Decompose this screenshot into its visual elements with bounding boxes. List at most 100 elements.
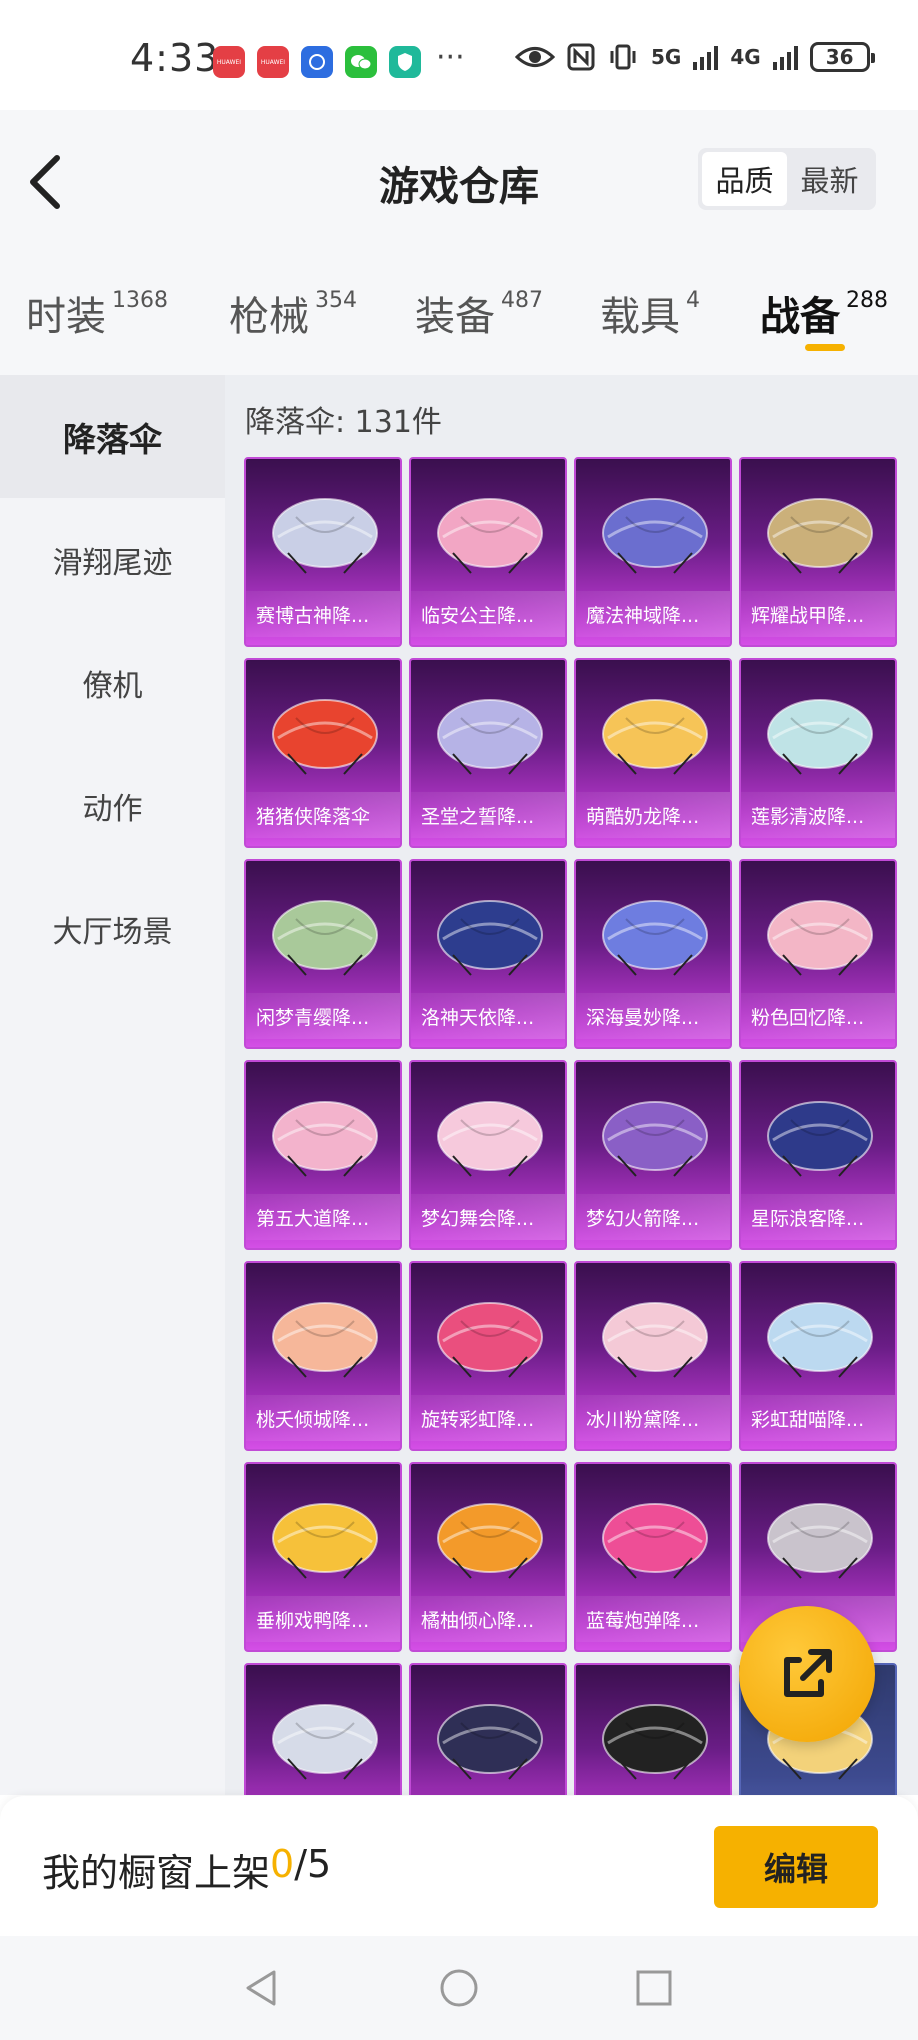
parachute-item-card[interactable]: 洛神天依降... xyxy=(409,859,567,1049)
parachute-icon xyxy=(767,1101,873,1177)
parachute-item-card[interactable] xyxy=(244,1663,402,1795)
tab-count: 487 xyxy=(501,288,543,313)
parachute-item-card[interactable]: 桃夭倾城降... xyxy=(244,1261,402,1451)
parachute-item-card[interactable] xyxy=(409,1663,567,1795)
parachute-icon xyxy=(272,1302,378,1378)
sort-quality-button[interactable]: 品质 xyxy=(702,152,787,206)
item-name: 梦幻舞会降... xyxy=(411,1194,565,1240)
item-name: 洛神天依降... xyxy=(411,993,565,1039)
parachute-item-card[interactable]: 魔法神域降... xyxy=(574,457,732,647)
parachute-item-card[interactable] xyxy=(574,1663,732,1795)
parachute-icon xyxy=(437,699,543,775)
tab-fashion[interactable]: 时装 1368 xyxy=(26,284,168,342)
nfc-icon xyxy=(567,43,595,71)
showcase-bar: 我的橱窗上架 0 /5 编辑 xyxy=(0,1796,918,1936)
tab-weapons[interactable]: 枪械 354 xyxy=(229,284,357,342)
nav-home-icon[interactable] xyxy=(437,1966,481,2010)
parachute-item-card[interactable]: 第五大道降... xyxy=(244,1060,402,1250)
parachute-item-card[interactable]: 闲梦青缨降... xyxy=(244,859,402,1049)
parachute-item-card[interactable]: 莲影清波降... xyxy=(739,658,897,848)
item-name: 彩虹甜喵降... xyxy=(741,1395,895,1441)
edit-button[interactable]: 编辑 xyxy=(714,1826,878,1908)
parachute-icon xyxy=(767,498,873,574)
sidebar-item-emote[interactable]: 动作 xyxy=(0,744,225,867)
sort-toggle: 品质 最新 xyxy=(698,148,876,210)
item-count-label: 降落伞: 131件 xyxy=(245,405,442,440)
wechat-icon xyxy=(345,46,377,78)
nav-back-icon[interactable] xyxy=(240,1966,284,2010)
parachute-icon xyxy=(437,498,543,574)
item-name: 橘柚倾心降... xyxy=(411,1596,565,1642)
back-icon[interactable] xyxy=(25,152,65,212)
sidebar-item-lobby-scene[interactable]: 大厅场景 xyxy=(0,867,225,990)
showcase-text: 我的橱窗上架 xyxy=(42,1851,271,1895)
parachute-item-card[interactable]: 彩虹甜喵降... xyxy=(739,1261,897,1451)
status-indicators: 5G 4G 36 xyxy=(515,42,875,72)
parachute-icon xyxy=(272,498,378,574)
tab-equipment[interactable]: 装备 487 xyxy=(415,284,543,342)
signal-icon xyxy=(772,44,798,70)
nav-recents-icon[interactable] xyxy=(632,1966,676,2010)
notification-icons: HUAWEI HUAWEI xyxy=(213,46,421,78)
item-name: 第五大道降... xyxy=(246,1194,400,1240)
item-name: 猪猪侠降落伞 xyxy=(246,792,400,838)
parachute-item-card[interactable]: 蓝莓炮弹降... xyxy=(574,1462,732,1652)
more-notifications-icon: ··· xyxy=(436,40,465,75)
parachute-icon xyxy=(272,699,378,775)
share-icon xyxy=(784,1649,832,1697)
item-name: 辉耀战甲降... xyxy=(741,591,895,637)
sidebar-item-glide-trail[interactable]: 滑翔尾迹 xyxy=(0,498,225,621)
item-name: 临安公主降... xyxy=(411,591,565,637)
network-5g-label: 5G xyxy=(651,45,682,69)
parachute-item-card[interactable]: 赛博古神降... xyxy=(244,457,402,647)
status-bar: 4:33 HUAWEI HUAWEI ··· 5G 4G 36 xyxy=(0,0,918,110)
parachute-item-card[interactable]: 猪猪侠降落伞 xyxy=(244,658,402,848)
parachute-item-card[interactable]: 圣堂之誓降... xyxy=(409,658,567,848)
parachute-item-card[interactable]: 垂柳戏鸭降... xyxy=(244,1462,402,1652)
parachute-item-card[interactable]: 梦幻舞会降... xyxy=(409,1060,567,1250)
sort-newest-button[interactable]: 最新 xyxy=(787,152,872,206)
sidebar-item-wingman[interactable]: 僚机 xyxy=(0,621,225,744)
parachute-item-card[interactable]: 深海曼妙降... xyxy=(574,859,732,1049)
parachute-icon xyxy=(602,699,708,775)
parachute-item-card[interactable]: 临安公主降... xyxy=(409,457,567,647)
parachute-icon xyxy=(437,1101,543,1177)
tab-label: 枪械 xyxy=(229,294,309,340)
tab-label: 装备 xyxy=(415,294,495,340)
category-tabs: 时装 1368 枪械 354 装备 487 载具 4 战备 288 xyxy=(0,260,918,375)
tab-vehicles[interactable]: 载具 4 xyxy=(600,284,700,342)
parachute-icon xyxy=(602,498,708,574)
parachute-icon xyxy=(767,900,873,976)
tab-combat-gear[interactable]: 战备 288 xyxy=(760,284,888,342)
item-name: 桃夭倾城降... xyxy=(246,1395,400,1441)
parachute-item-card[interactable]: 冰川粉黛降... xyxy=(574,1261,732,1451)
showcase-label: 我的橱窗上架 0 /5 xyxy=(42,1842,331,1897)
app-icon xyxy=(301,46,333,78)
status-time: 4:33 xyxy=(130,36,220,80)
parachute-icon xyxy=(437,900,543,976)
tab-count: 288 xyxy=(846,288,888,313)
security-icon xyxy=(389,46,421,78)
share-button[interactable] xyxy=(739,1606,875,1742)
parachute-item-card[interactable]: 萌酷奶龙降... xyxy=(574,658,732,848)
tab-label: 战备 xyxy=(760,294,840,340)
parachute-item-card[interactable]: 粉色回忆降... xyxy=(739,859,897,1049)
parachute-item-card[interactable]: 辉耀战甲降... xyxy=(739,457,897,647)
item-grid-panel: 降落伞: 131件 赛博古神降... 临安公主降... 魔法神域降... 辉耀战甲降.… xyxy=(225,375,918,1795)
parachute-item-card[interactable]: 橘柚倾心降... xyxy=(409,1462,567,1652)
sidebar-item-parachute[interactable]: 降落伞 xyxy=(0,375,225,498)
item-name: 闲梦青缨降... xyxy=(246,993,400,1039)
eye-icon xyxy=(515,47,555,67)
parachute-item-card[interactable]: 旋转彩虹降... xyxy=(409,1261,567,1451)
parachute-item-card[interactable]: 梦幻火箭降... xyxy=(574,1060,732,1250)
parachute-icon xyxy=(602,1503,708,1579)
item-name: 梦幻火箭降... xyxy=(576,1194,730,1240)
item-name: 深海曼妙降... xyxy=(576,993,730,1039)
battery-icon: 36 xyxy=(809,42,875,72)
tab-count: 4 xyxy=(686,288,700,313)
side-nav: 降落伞 滑翔尾迹 僚机 动作 大厅场景 xyxy=(0,375,225,1795)
parachute-icon xyxy=(272,1101,378,1177)
parachute-item-card[interactable]: 星际浪客降... xyxy=(739,1060,897,1250)
parachute-icon xyxy=(602,1704,708,1780)
parachute-icon xyxy=(767,1503,873,1579)
